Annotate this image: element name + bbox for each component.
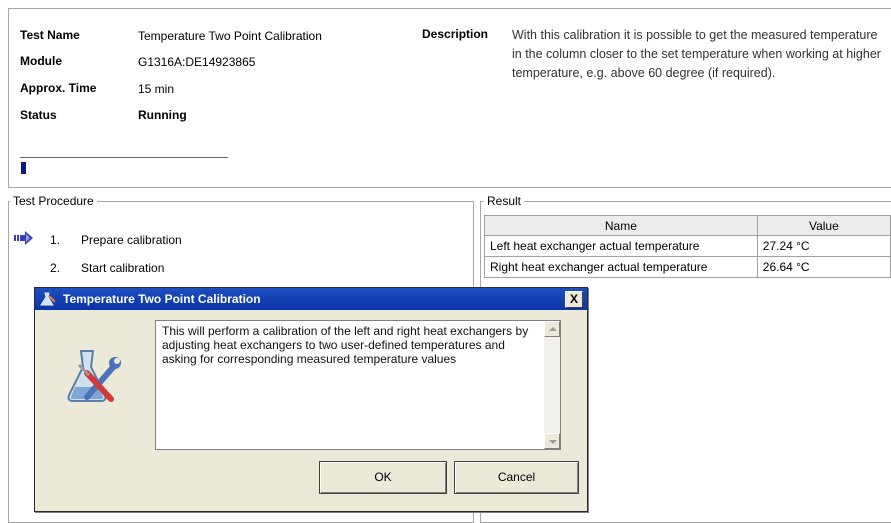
- test-procedure-title: Test Procedure: [10, 194, 97, 208]
- cancel-button[interactable]: Cancel: [454, 461, 579, 494]
- description-label: Description: [422, 27, 489, 41]
- progress-track: [20, 157, 228, 158]
- table-row[interactable]: Right heat exchanger actual temperature …: [484, 256, 891, 278]
- module-label: Module: [20, 54, 62, 68]
- step-label: Prepare calibration: [81, 233, 182, 247]
- dialog-titlebar[interactable]: Temperature Two Point Calibration X: [35, 288, 587, 310]
- column-header-name[interactable]: Name: [484, 215, 758, 236]
- module-value: G1316A:DE14923865: [138, 55, 256, 69]
- result-table: Name Value Left heat exchanger actual te…: [484, 215, 891, 278]
- test-name-value: Temperature Two Point Calibration: [138, 29, 322, 43]
- description-text: With this calibration it is possible to …: [512, 28, 881, 80]
- step-number: 1.: [50, 233, 61, 247]
- vertical-scrollbar[interactable]: [544, 321, 560, 449]
- table-cell-name: Left heat exchanger actual temperature: [484, 235, 758, 257]
- message-textbox[interactable]: This will perform a calibration of the l…: [155, 320, 561, 450]
- chevron-down-icon: [549, 440, 557, 444]
- table-cell-value: 27.24 °C: [756, 235, 891, 257]
- step-number: 2.: [50, 261, 61, 275]
- status-value: Running: [138, 108, 187, 122]
- calibration-tools-icon: [40, 292, 56, 306]
- test-info-panel: Test Name Temperature Two Point Calibrat…: [8, 8, 891, 188]
- calibration-dialog: Temperature Two Point Calibration X This…: [34, 287, 588, 512]
- table-header-row: Name Value: [484, 215, 891, 236]
- table-cell-value: 26.64 °C: [756, 256, 891, 278]
- calibration-tools-icon: [67, 350, 121, 402]
- approx-time-value: 15 min: [138, 82, 175, 96]
- table-cell-name: Right heat exchanger actual temperature: [484, 256, 758, 278]
- test-name-label: Test Name: [20, 28, 80, 42]
- chevron-up-icon: [549, 327, 557, 331]
- ok-button[interactable]: OK: [319, 461, 447, 494]
- arrow-right-icon: [14, 231, 33, 245]
- progress-bar: [21, 162, 26, 174]
- column-header-value[interactable]: Value: [756, 215, 891, 236]
- status-label: Status: [20, 108, 57, 122]
- scroll-up-button[interactable]: [544, 321, 560, 337]
- step-label: Start calibration: [81, 261, 165, 275]
- scroll-down-button[interactable]: [544, 433, 560, 449]
- close-button[interactable]: X: [565, 291, 583, 308]
- table-row[interactable]: Left heat exchanger actual temperature 2…: [484, 235, 891, 257]
- result-title: Result: [484, 194, 525, 208]
- dialog-title: Temperature Two Point Calibration: [63, 292, 261, 306]
- approx-time-label: Approx. Time: [20, 81, 97, 95]
- dialog-message: This will perform a calibration of the l…: [162, 324, 529, 366]
